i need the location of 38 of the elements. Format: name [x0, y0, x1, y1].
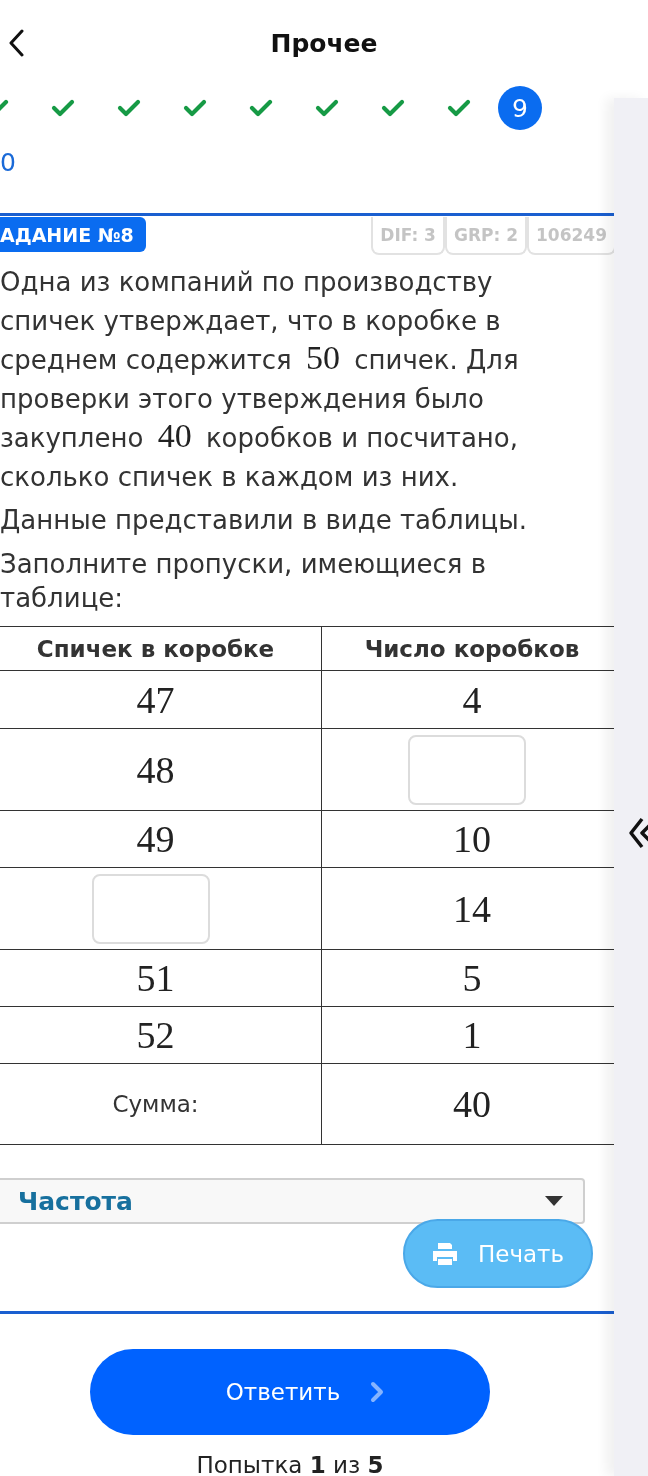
table-cell: 52 [136, 1014, 175, 1056]
dropdown[interactable]: Частота [0, 1178, 585, 1224]
back-icon[interactable] [8, 29, 24, 57]
meta-tag: DIF: 3 [371, 217, 445, 255]
link-text[interactable]: 0 [0, 147, 16, 177]
check-icon[interactable] [381, 99, 405, 117]
column-header: Спичек в коробке [36, 635, 275, 662]
caret-icon [545, 1196, 563, 1206]
double-chevron-icon[interactable] [628, 815, 648, 851]
step-number[interactable]: 9 [498, 86, 542, 130]
table-cell: 51 [136, 957, 175, 999]
question-text: Данные представили в виде таблицы. [0, 504, 529, 537]
chevron-icon [370, 1381, 385, 1403]
table-cell: 49 [136, 818, 175, 860]
table-cell: 4 [462, 678, 482, 721]
column-header: Число коробков [364, 635, 580, 662]
answer-button[interactable]: Ответить [90, 1349, 490, 1435]
check-icon[interactable] [249, 99, 273, 117]
table-cell: 48 [136, 748, 175, 791]
table-cell: 40 [453, 1083, 491, 1125]
screen-title: Прочее [270, 28, 378, 58]
table-cell: 47 [136, 678, 175, 721]
table-cell: 10 [453, 818, 491, 860]
printer-icon [431, 1241, 458, 1266]
meta-tag: GRP: 2 [444, 217, 527, 255]
table-cell: 14 [453, 887, 491, 930]
check-icon[interactable] [117, 99, 141, 117]
question-text: Одна из компаний по производству спичек утверждает, что в коробке в среднем содержится 50 спичек. Для проверки этого утверждения было закуплено 40 коробков и посчитано, сколько спичек в каждом из них. [0, 266, 520, 494]
check-icon[interactable] [315, 99, 339, 117]
question-text: Заполните пропуски, имеющиеся в таблице: [0, 548, 487, 615]
table-cell: 5 [462, 957, 482, 999]
task-badge: АДАНИЕ №8 [0, 217, 146, 252]
table-cell: Сумма: [112, 1091, 199, 1117]
check-icon[interactable] [183, 99, 207, 117]
table-cell: 1 [462, 1014, 482, 1056]
check-icon[interactable] [447, 99, 471, 117]
attempt-counter: Попытка 1 из 5 [195, 1451, 385, 1476]
check-icon[interactable] [51, 99, 75, 117]
